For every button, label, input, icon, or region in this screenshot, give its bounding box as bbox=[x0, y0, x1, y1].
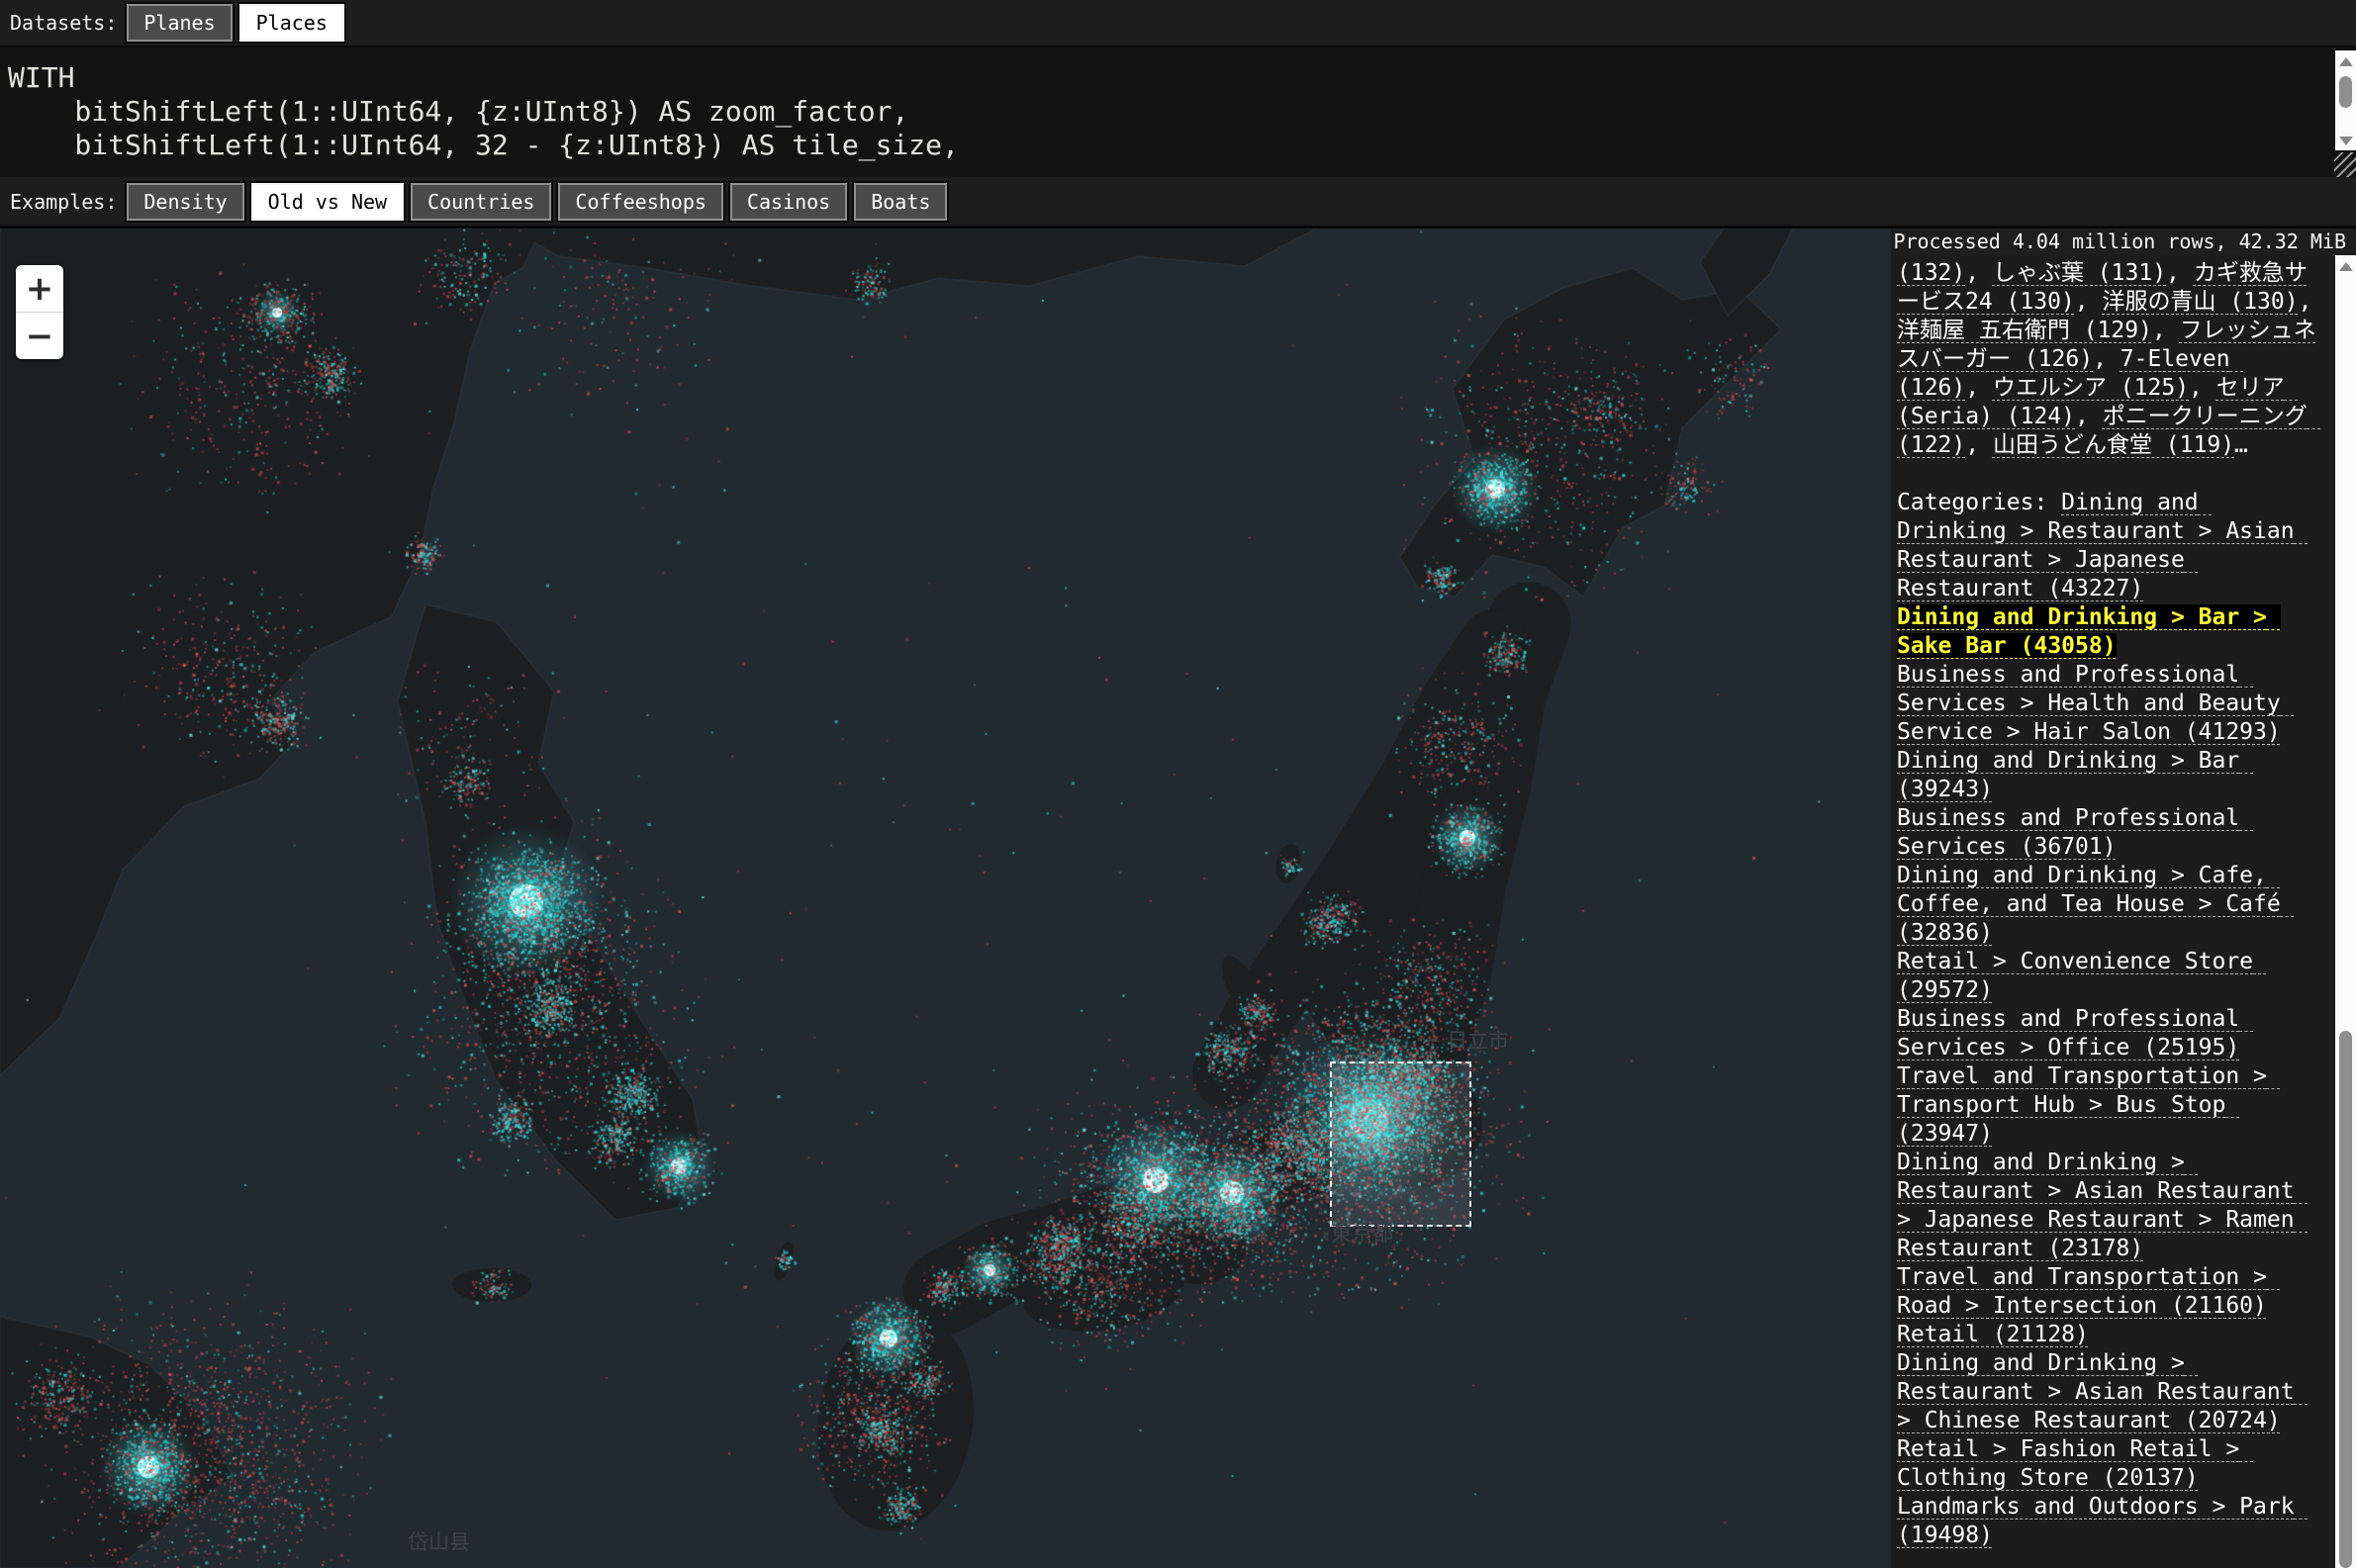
zoom-out-button[interactable]: − bbox=[16, 313, 63, 359]
example-button-casinos[interactable]: Casinos bbox=[730, 183, 847, 221]
dataset-buttons: PlanesPlaces bbox=[127, 4, 344, 42]
category-link[interactable]: Landmarks and Outdoors > Park (19498) bbox=[1897, 1494, 2308, 1548]
zoom-in-button[interactable]: + bbox=[16, 265, 63, 313]
example-button-coffeeshops[interactable]: Coffeeshops bbox=[558, 183, 722, 221]
map[interactable]: + − 日立市東京都岱山县 bbox=[0, 229, 1891, 1568]
map-place-label: 岱山县 bbox=[408, 1526, 470, 1556]
datasets-bar: Datasets: PlanesPlaces bbox=[0, 0, 2356, 47]
name-link[interactable]: ウエルシア (125) bbox=[1993, 375, 2189, 401]
map-place-label: 日立市 bbox=[1447, 1025, 1509, 1055]
name-link[interactable]: (132) bbox=[1897, 260, 1965, 286]
category-link[interactable]: Dining and Drinking > Cafe, Coffee, and … bbox=[1897, 863, 2295, 946]
category-link[interactable]: Business and Professional Services > Hea… bbox=[1897, 662, 2295, 745]
scroll-down-icon[interactable] bbox=[2339, 137, 2353, 145]
map-selection-rect bbox=[1330, 1061, 1471, 1227]
category-link[interactable]: Retail > Convenience Store (29572) bbox=[1897, 949, 2267, 1003]
name-link[interactable]: 洋麺屋 五右衛門 (129) bbox=[1897, 318, 2152, 343]
category-link-selected[interactable]: Dining and Drinking > Bar > Sake Bar (43… bbox=[1897, 604, 2281, 659]
results-list: (132), しゃぶ葉 (131), カギ救急サービス24 (130), 洋服の… bbox=[1891, 255, 2335, 1568]
categories-label: Categories: bbox=[1897, 490, 2061, 515]
category-link[interactable]: Retail (21128) bbox=[1897, 1322, 2089, 1347]
map-zoom-control: + − bbox=[16, 265, 63, 359]
sql-query-text[interactable]: WITH bitShiftLeft(1::UInt64, {z:UInt8}) … bbox=[0, 47, 2356, 162]
category-link[interactable]: Retail > Fashion Retail > Clothing Store… bbox=[1897, 1436, 2253, 1491]
status-text: Processed 4.04 million rows, 42.32 MiB bbox=[1891, 229, 2356, 255]
content: + − 日立市東京都岱山县 Processed 4.04 million row… bbox=[0, 229, 2356, 1568]
name-link[interactable]: しゃぶ葉 (131) bbox=[1993, 260, 2166, 286]
scroll-up-icon[interactable] bbox=[2339, 262, 2353, 271]
example-button-old-vs-new[interactable]: Old vs New bbox=[251, 183, 404, 221]
panel-scrollbar[interactable] bbox=[2335, 255, 2356, 1568]
results-panel: Processed 4.04 million rows, 42.32 MiB (… bbox=[1891, 229, 2356, 1568]
category-link[interactable]: Dining and Drinking > Bar (39243) bbox=[1897, 748, 2253, 802]
categories-paragraph: Categories: Dining and Drinking > Restau… bbox=[1897, 489, 2316, 1550]
map-canvas[interactable] bbox=[0, 229, 1891, 1568]
category-link[interactable]: Business and Professional Services (3670… bbox=[1897, 805, 2253, 860]
category-link[interactable]: Dining and Drinking > Restaurant > Asian… bbox=[1897, 1350, 2308, 1433]
datasets-label: Datasets: bbox=[10, 11, 117, 35]
name-link[interactable]: 洋服の青山 (130) bbox=[2102, 289, 2298, 315]
example-button-boats[interactable]: Boats bbox=[854, 183, 947, 221]
category-link[interactable]: Travel and Transportation > Road > Inter… bbox=[1897, 1264, 2281, 1319]
example-button-countries[interactable]: Countries bbox=[411, 183, 551, 221]
example-button-density[interactable]: Density bbox=[127, 183, 243, 221]
examples-bar: Examples: DensityOld vs NewCountriesCoff… bbox=[0, 177, 2356, 229]
category-link[interactable]: Business and Professional Services > Off… bbox=[1897, 1006, 2253, 1061]
scroll-up-icon[interactable] bbox=[2339, 57, 2353, 66]
sql-scroll-thumb[interactable] bbox=[2339, 76, 2352, 108]
example-buttons: DensityOld vs NewCountriesCoffeeshopsCas… bbox=[127, 183, 947, 221]
dataset-button-planes[interactable]: Planes bbox=[127, 4, 232, 42]
top-names-paragraph: (132), しゃぶ葉 (131), カギ救急サービス24 (130), 洋服の… bbox=[1897, 259, 2316, 460]
panel-scroll-thumb[interactable] bbox=[2339, 1031, 2352, 1568]
category-link[interactable]: Travel and Transportation > Transport Hu… bbox=[1897, 1063, 2281, 1147]
app: Datasets: PlanesPlaces WITH bitShiftLeft… bbox=[0, 0, 2356, 1568]
sql-editor[interactable]: WITH bitShiftLeft(1::UInt64, {z:UInt8}) … bbox=[0, 47, 2356, 177]
name-link[interactable]: 山田うどん食堂 (119) bbox=[1993, 432, 2234, 458]
resize-grip-icon[interactable] bbox=[2334, 152, 2356, 177]
dataset-button-places[interactable]: Places bbox=[239, 4, 344, 42]
category-link[interactable]: Dining and Drinking > Restaurant > Asian… bbox=[1897, 1150, 2308, 1261]
map-place-label: 東京都 bbox=[1331, 1218, 1393, 1247]
examples-label: Examples: bbox=[10, 190, 117, 214]
sql-scrollbar[interactable] bbox=[2335, 50, 2356, 150]
